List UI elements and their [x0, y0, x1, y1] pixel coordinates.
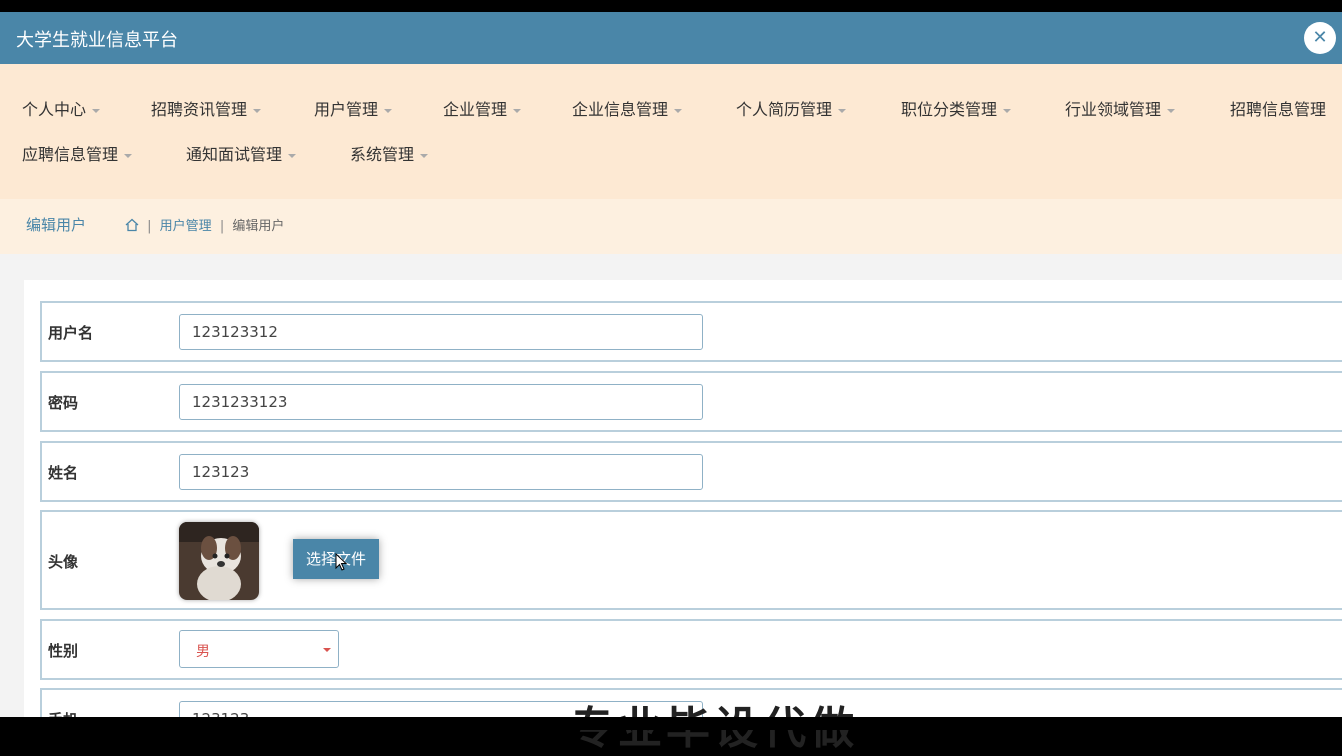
close-icon[interactable]: ✕ [1304, 22, 1336, 54]
menu-item-resumes[interactable]: 个人简历管理 [736, 96, 847, 120]
menu-item-users[interactable]: 用户管理 [314, 96, 393, 120]
breadcrumb-bar: 编辑用户 | 用户管理 | 编辑用户 [0, 199, 1342, 254]
menu-item-recruit-info[interactable]: 招聘信息管理 [1230, 96, 1326, 120]
caret-down-icon [288, 153, 297, 158]
menu-item-company-info[interactable]: 企业信息管理 [572, 96, 683, 120]
menu-item-interview-notices[interactable]: 通知面试管理 [186, 141, 297, 165]
caret-down-icon [838, 108, 847, 113]
gender-select[interactable]: 男 [179, 630, 339, 668]
main-menu: 个人中心 招聘资讯管理 用户管理 企业管理 企业信息管理 个人简历管理 职位分类… [0, 64, 1342, 199]
caret-down-icon [420, 153, 429, 158]
page-title: 编辑用户 [26, 216, 87, 234]
password-input[interactable]: 1231233123 [179, 384, 703, 420]
app-window: 大学生就业信息平台 ✕ 个人中心 招聘资讯管理 用户管理 企业管理 企业信息管理… [0, 12, 1342, 717]
menu-item-companies[interactable]: 企业管理 [443, 96, 522, 120]
breadcrumb-separator: | [147, 219, 152, 234]
name-label: 姓名 [48, 464, 79, 482]
username-label: 用户名 [48, 324, 94, 342]
title-bar: 大学生就业信息平台 ✕ [0, 12, 1342, 64]
gender-label: 性别 [48, 642, 79, 660]
phone-label: 手机 [48, 709, 78, 717]
avatar [179, 522, 259, 600]
menu-item-personal-center[interactable]: 个人中心 [22, 96, 101, 120]
breadcrumb: | 用户管理 | 编辑用户 [125, 215, 284, 234]
chevron-down-icon [323, 648, 331, 652]
caret-down-icon [384, 108, 393, 113]
password-label: 密码 [48, 394, 79, 412]
menu-item-recruit-news[interactable]: 招聘资讯管理 [151, 96, 262, 120]
avatar-label: 头像 [48, 553, 79, 571]
home-icon[interactable] [125, 218, 139, 232]
mouse-cursor-icon [335, 553, 348, 571]
caret-down-icon [1003, 108, 1012, 113]
menu-item-applications[interactable]: 应聘信息管理 [22, 141, 133, 165]
app-title: 大学生就业信息平台 [16, 30, 178, 51]
caret-down-icon [92, 108, 101, 113]
bottom-letterbox [0, 717, 1342, 730]
form-row-avatar: 头像 选择文件 [40, 510, 1342, 610]
form-row-username: 用户名 123123312 [40, 301, 1342, 362]
breadcrumb-item-edit-user: 编辑用户 [232, 219, 285, 234]
form-row-password: 密码 1231233123 [40, 371, 1342, 432]
breadcrumb-item-users[interactable]: 用户管理 [160, 219, 212, 234]
username-input[interactable]: 123123312 [179, 314, 703, 350]
avatar-image [179, 522, 259, 600]
gender-value: 男 [196, 644, 210, 660]
menu-item-industries[interactable]: 行业领域管理 [1065, 96, 1176, 120]
breadcrumb-separator: | [219, 219, 225, 234]
caret-down-icon [513, 108, 522, 113]
caret-down-icon [674, 108, 683, 113]
menu-item-system[interactable]: 系统管理 [350, 141, 429, 165]
form-row-gender: 性别 男 [40, 619, 1342, 680]
menu-item-job-categories[interactable]: 职位分类管理 [901, 96, 1012, 120]
name-input[interactable]: 123123 [179, 454, 703, 490]
edit-user-form: 用户名 123123312 密码 1231233123 姓名 123123 头像 [24, 280, 1342, 717]
caret-down-icon [253, 108, 262, 113]
caret-down-icon [1167, 108, 1176, 113]
form-row-name: 姓名 123123 [40, 441, 1342, 502]
caret-down-icon [124, 153, 133, 158]
